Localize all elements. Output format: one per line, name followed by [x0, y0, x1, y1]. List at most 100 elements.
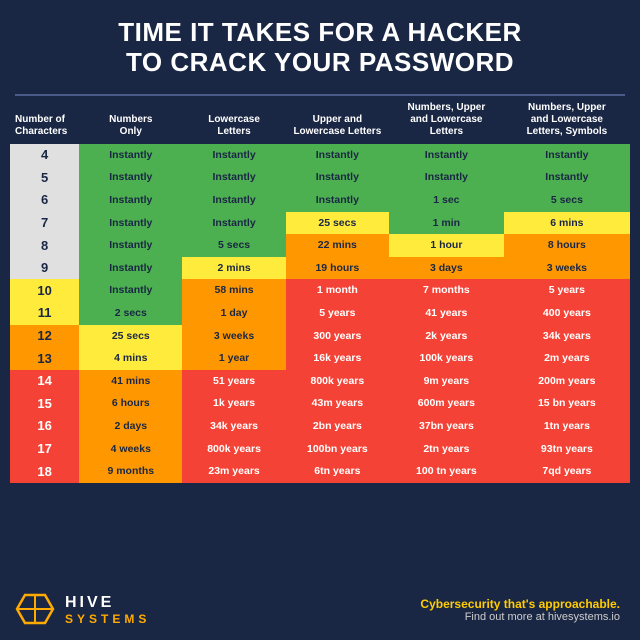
cell-value: Instantly: [182, 166, 285, 189]
cell-num-chars: 16: [10, 415, 79, 438]
table-row: 1225 secs3 weeks300 years2k years34k yea…: [10, 325, 630, 348]
cell-value: 2bn years: [286, 415, 389, 438]
col-header-num-chars: Number ofCharacters: [10, 96, 79, 144]
cell-num-chars: 13: [10, 347, 79, 370]
cell-value: Instantly: [182, 189, 285, 212]
cell-value: Instantly: [504, 144, 630, 167]
col-header-lowercase: LowercaseLetters: [182, 96, 285, 144]
cell-value: 9 months: [79, 460, 182, 483]
cell-value: 2 mins: [182, 257, 285, 280]
cell-value: 93tn years: [504, 438, 630, 461]
cell-num-chars: 4: [10, 144, 79, 167]
cell-value: 34k years: [182, 415, 285, 438]
cell-value: 7qd years: [504, 460, 630, 483]
cell-value: 4 mins: [79, 347, 182, 370]
cell-value: 43m years: [286, 392, 389, 415]
table-wrapper: Number ofCharacters NumbersOnly Lowercas…: [0, 96, 640, 580]
cell-value: Instantly: [79, 279, 182, 302]
cell-value: 1 year: [182, 347, 285, 370]
cell-num-chars: 15: [10, 392, 79, 415]
cell-num-chars: 12: [10, 325, 79, 348]
header: TIME IT TAKES FOR A HACKER TO CRACK YOUR…: [0, 0, 640, 88]
cell-value: Instantly: [286, 189, 389, 212]
cell-num-chars: 18: [10, 460, 79, 483]
cell-num-chars: 8: [10, 234, 79, 257]
cell-value: 1k years: [182, 392, 285, 415]
cell-value: 2 days: [79, 415, 182, 438]
cell-value: Instantly: [182, 144, 285, 167]
cell-value: 1 sec: [389, 189, 504, 212]
cell-value: 1 hour: [389, 234, 504, 257]
cell-value: 100 tn years: [389, 460, 504, 483]
cell-value: 2 secs: [79, 302, 182, 325]
cell-value: 7 months: [389, 279, 504, 302]
main-container: TIME IT TAKES FOR A HACKER TO CRACK YOUR…: [0, 0, 640, 640]
cell-value: 1 month: [286, 279, 389, 302]
table-row: 162 days34k years2bn years37bn years1tn …: [10, 415, 630, 438]
cell-value: Instantly: [389, 166, 504, 189]
cell-num-chars: 14: [10, 370, 79, 393]
cell-num-chars: 10: [10, 279, 79, 302]
cell-value: Instantly: [79, 144, 182, 167]
table-row: 134 mins1 year16k years100k years2m year…: [10, 347, 630, 370]
cell-value: 58 mins: [182, 279, 285, 302]
cell-value: 41 years: [389, 302, 504, 325]
cell-value: Instantly: [79, 212, 182, 235]
cell-num-chars: 9: [10, 257, 79, 280]
cell-value: Instantly: [79, 189, 182, 212]
table-row: 8Instantly5 secs22 mins1 hour8 hours: [10, 234, 630, 257]
cell-value: 1 min: [389, 212, 504, 235]
cell-value: 9m years: [389, 370, 504, 393]
table-row: 112 secs1 day5 years41 years400 years: [10, 302, 630, 325]
table-row: 189 months23m years6tn years100 tn years…: [10, 460, 630, 483]
cell-value: 1 day: [182, 302, 285, 325]
cell-value: Instantly: [79, 234, 182, 257]
table-row: 174 weeks800k years100bn years2tn years9…: [10, 438, 630, 461]
cell-value: 100k years: [389, 347, 504, 370]
cell-value: 2k years: [389, 325, 504, 348]
table-row: 10Instantly58 mins1 month7 months5 years: [10, 279, 630, 302]
cell-value: 16k years: [286, 347, 389, 370]
footer-url: Find out more at hivesystems.io: [420, 611, 620, 623]
cell-value: 41 mins: [79, 370, 182, 393]
cell-value: Instantly: [286, 166, 389, 189]
cell-value: 200m years: [504, 370, 630, 393]
table-row: 4InstantlyInstantlyInstantlyInstantlyIns…: [10, 144, 630, 167]
table-row: 6InstantlyInstantlyInstantly1 sec5 secs: [10, 189, 630, 212]
cell-num-chars: 5: [10, 166, 79, 189]
cell-value: 100bn years: [286, 438, 389, 461]
cell-value: 6 hours: [79, 392, 182, 415]
col-header-num-upper-lower-sym: Numbers, Upperand LowercaseLetters, Symb…: [504, 96, 630, 144]
title: TIME IT TAKES FOR A HACKER TO CRACK YOUR…: [20, 18, 620, 78]
cell-value: Instantly: [79, 257, 182, 280]
cell-num-chars: 7: [10, 212, 79, 235]
cell-num-chars: 6: [10, 189, 79, 212]
col-header-num-upper-lower: Numbers, Upperand LowercaseLetters: [389, 96, 504, 144]
cell-value: Instantly: [182, 212, 285, 235]
logo-company: HIVE: [65, 594, 150, 612]
table-row: 9Instantly2 mins19 hours3 days3 weeks: [10, 257, 630, 280]
cell-value: 5 years: [286, 302, 389, 325]
cell-value: 15 bn years: [504, 392, 630, 415]
table-row: 5InstantlyInstantlyInstantlyInstantlyIns…: [10, 166, 630, 189]
cell-value: 25 secs: [79, 325, 182, 348]
cell-value: 800k years: [286, 370, 389, 393]
cell-num-chars: 17: [10, 438, 79, 461]
cell-value: 25 secs: [286, 212, 389, 235]
cell-value: Instantly: [79, 166, 182, 189]
cell-value: 51 years: [182, 370, 285, 393]
table-row: 7InstantlyInstantly25 secs1 min6 mins: [10, 212, 630, 235]
cell-value: 2tn years: [389, 438, 504, 461]
cell-value: 3 days: [389, 257, 504, 280]
cell-value: Instantly: [389, 144, 504, 167]
cell-value: 3 weeks: [182, 325, 285, 348]
cell-value: 5 years: [504, 279, 630, 302]
col-header-numbers-only: NumbersOnly: [79, 96, 182, 144]
table-row: 156 hours1k years43m years600m years15 b…: [10, 392, 630, 415]
cell-value: 2m years: [504, 347, 630, 370]
cell-value: 6 mins: [504, 212, 630, 235]
hive-logo-icon: [15, 590, 55, 630]
cell-value: 400 years: [504, 302, 630, 325]
cell-value: 34k years: [504, 325, 630, 348]
footer-right: Cybersecurity that's approachable. Find …: [420, 597, 620, 623]
